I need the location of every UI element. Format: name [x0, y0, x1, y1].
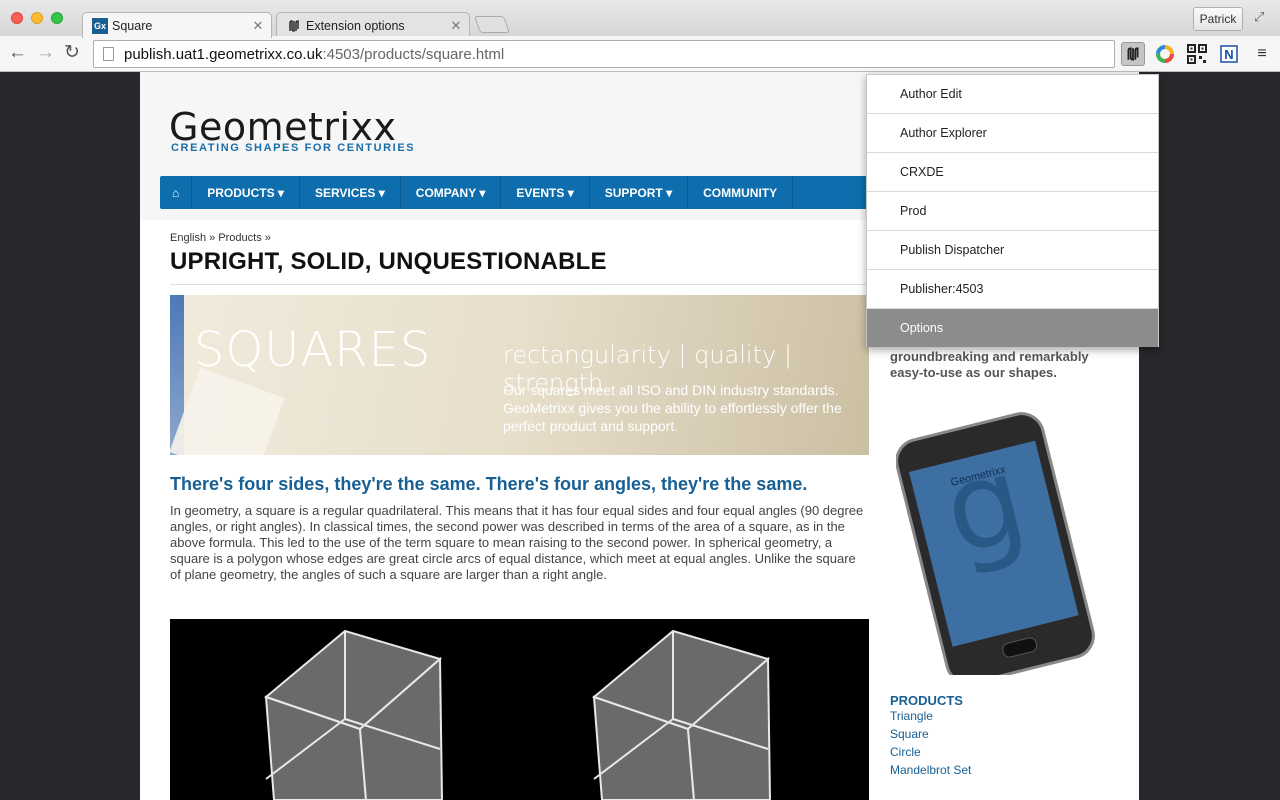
qr-code-extension-icon[interactable] — [1185, 42, 1209, 66]
reload-icon[interactable]: ↻ — [64, 43, 80, 62]
address-bar[interactable]: publish.uat1.geometrixx.co.uk :4503/prod… — [93, 40, 1115, 68]
cube-left — [263, 629, 444, 800]
home-icon[interactable]: ⌂ — [160, 176, 193, 209]
phone-image: g Geometrixx — [895, 405, 1096, 685]
url-path: :4503/products/square.html — [322, 45, 505, 63]
window-zoom-button[interactable] — [51, 12, 63, 24]
window-minimize-button[interactable] — [31, 12, 43, 24]
tab-close-icon[interactable]: ✕ — [449, 18, 463, 34]
menu-icon[interactable]: ≡ — [1250, 42, 1274, 66]
page-icon — [103, 47, 114, 61]
extension-icon — [286, 18, 302, 34]
sidebar-promo-text: groundbreaking and remarkably easy-to-us… — [890, 349, 1089, 380]
site-tagline: CREATING SHAPES FOR CENTURIES — [171, 142, 416, 154]
tab-title: Extension options — [306, 18, 405, 33]
back-arrow-icon[interactable]: ← — [8, 43, 27, 62]
banner-title: SQUARES — [194, 322, 432, 378]
nav-support[interactable]: SUPPORT ▾ — [590, 176, 689, 209]
menu-item-crxde[interactable]: CRXDE — [867, 153, 1158, 192]
forward-arrow-icon[interactable]: → — [36, 43, 55, 62]
tab-extension-options[interactable]: Extension options ✕ — [276, 12, 470, 38]
menu-item-prod[interactable]: Prod — [867, 192, 1158, 231]
banner-body: Our squares meet all ISO and DIN industr… — [503, 382, 842, 434]
menu-item-publish-dispatcher[interactable]: Publish Dispatcher — [867, 231, 1158, 270]
cube-image — [170, 619, 869, 800]
url-host: publish.uat1.geometrixx.co.uk — [124, 45, 323, 63]
tab-close-icon[interactable]: ✕ — [251, 18, 265, 34]
sidebar-link-mandelbrot[interactable]: Mandelbrot Set — [890, 763, 971, 777]
menu-item-author-explorer[interactable]: Author Explorer — [867, 114, 1158, 153]
sidebar-products-heading: PRODUCTS — [890, 693, 963, 708]
svg-text:N: N — [1224, 47, 1233, 62]
section-heading: There's four sides, they're the same. Th… — [170, 474, 808, 494]
gx-favicon-icon: Gx — [92, 17, 108, 34]
menu-item-author-edit[interactable]: Author Edit — [867, 75, 1158, 114]
breadcrumb[interactable]: English » Products » — [170, 232, 271, 244]
divider — [170, 284, 870, 285]
aem-extension-icon[interactable] — [1121, 42, 1145, 66]
browser-titlebar: Gx Square ✕ Extension options ✕ Patrick … — [0, 0, 1280, 38]
nav-events[interactable]: EVENTS ▾ — [501, 176, 590, 209]
tab-title: Square — [112, 18, 153, 33]
menu-item-options[interactable]: Options — [867, 309, 1158, 347]
sidebar-link-square[interactable]: Square — [890, 727, 929, 741]
profile-button[interactable]: Patrick — [1193, 7, 1243, 31]
sidebar-link-circle[interactable]: Circle — [890, 745, 921, 759]
color-wheel-extension-icon[interactable] — [1153, 42, 1177, 66]
extension-popup-menu: Author Edit Author Explorer CRXDE Prod P… — [866, 74, 1159, 347]
menu-item-publisher-4503[interactable]: Publisher:4503 — [867, 270, 1158, 309]
banner-shape — [170, 367, 285, 455]
nav-company[interactable]: COMPANY ▾ — [401, 176, 502, 209]
window-close-button[interactable] — [11, 12, 23, 24]
tab-square[interactable]: Gx Square ✕ — [82, 12, 272, 38]
nav-products[interactable]: PRODUCTS ▾ — [192, 176, 300, 209]
page-title: UPRIGHT, SOLID, UNQUESTIONABLE — [170, 248, 607, 275]
main-nav: ⌂ PRODUCTS ▾ SERVICES ▾ COMPANY ▾ EVENTS… — [160, 176, 880, 209]
nav-services[interactable]: SERVICES ▾ — [300, 176, 401, 209]
hero-banner: SQUARES rectangularity | quality | stren… — [170, 295, 869, 455]
sidebar-link-triangle[interactable]: Triangle — [890, 709, 933, 723]
nav-community[interactable]: COMMUNITY — [688, 176, 794, 209]
cube-right — [591, 629, 772, 800]
body-paragraph: In geometry, a square is a regular quadr… — [170, 503, 864, 582]
fullscreen-icon[interactable]: ⤢ — [1254, 9, 1264, 25]
n-extension-icon[interactable]: N — [1217, 42, 1241, 66]
new-tab-button[interactable] — [473, 16, 511, 33]
